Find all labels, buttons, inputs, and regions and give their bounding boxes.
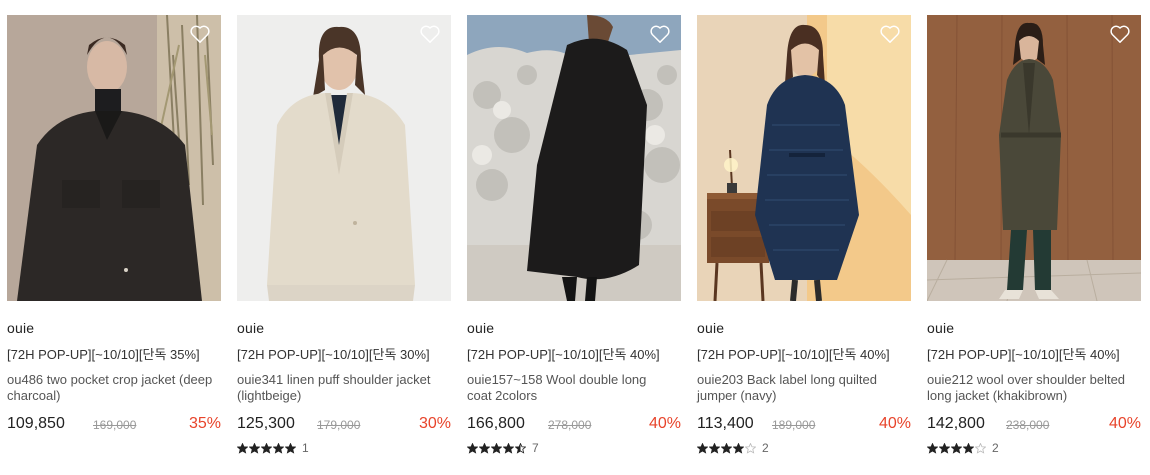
discount-rate: 40%	[1108, 415, 1141, 432]
star-icon	[963, 442, 974, 454]
wishlist-heart-icon[interactable]	[419, 24, 441, 44]
wishlist-heart-icon[interactable]	[1109, 24, 1131, 44]
price-row: 142,800 238,000 40%	[927, 413, 1141, 435]
sale-price: 166,800	[467, 415, 525, 432]
product-name[interactable]: ou486 two pocket crop jacket (deep charc…	[7, 372, 213, 404]
star-icon	[249, 442, 260, 454]
discount-rate: 40%	[648, 415, 681, 432]
original-price: 179,000	[317, 418, 361, 432]
product-name[interactable]: ouie203 Back label long quilted jumper (…	[697, 372, 903, 404]
review-count: 2	[762, 441, 769, 455]
brand-name[interactable]: ouie	[927, 319, 1141, 337]
rating-row: 2	[927, 441, 1141, 455]
product-photo-quilted-jumper	[697, 15, 911, 301]
brand-name[interactable]: ouie	[697, 319, 911, 337]
sale-price: 113,400	[697, 415, 754, 432]
star-icon	[951, 442, 962, 454]
brand-name[interactable]: ouie	[237, 319, 451, 337]
product-photo-belted-long-jacket	[927, 15, 1141, 301]
review-count: 1	[302, 441, 309, 455]
promo-label[interactable]: [72H POP-UP][~10/10][단독 35%]	[7, 346, 207, 364]
wishlist-heart-icon[interactable]	[649, 24, 671, 44]
star-icon	[273, 442, 284, 454]
product-card[interactable]: ouie [72H POP-UP][~10/10][단독 35%] ou486 …	[7, 15, 221, 435]
star-rating	[697, 442, 756, 454]
price-row: 113,400 189,000 40%	[697, 413, 911, 435]
rating-row: 1	[237, 441, 451, 455]
star-icon	[733, 442, 744, 454]
discount-rate: 40%	[878, 415, 911, 432]
original-price: 169,000	[93, 418, 137, 432]
product-image[interactable]	[697, 15, 911, 301]
product-grid: ouie [72H POP-UP][~10/10][단독 35%] ou486 …	[0, 0, 1150, 475]
star-rating	[467, 442, 526, 454]
original-price: 238,000	[1006, 418, 1050, 432]
product-card[interactable]: ouie [72H POP-UP][~10/10][단독 30%] ouie34…	[237, 15, 451, 455]
star-icon	[709, 442, 720, 454]
original-price: 189,000	[772, 418, 816, 432]
wishlist-heart-icon[interactable]	[189, 24, 211, 44]
promo-label[interactable]: [72H POP-UP][~10/10][단독 40%]	[467, 346, 667, 364]
product-image[interactable]	[7, 15, 221, 301]
discount-rate: 35%	[188, 415, 221, 432]
star-icon	[491, 442, 502, 454]
product-photo-crop-jacket	[7, 15, 221, 301]
star-icon	[975, 442, 986, 454]
promo-label[interactable]: [72H POP-UP][~10/10][단독 30%]	[237, 346, 437, 364]
original-price: 278,000	[548, 418, 592, 432]
star-icon	[503, 442, 514, 454]
product-card[interactable]: ouie [72H POP-UP][~10/10][단독 40%] ouie15…	[467, 15, 681, 455]
star-icon	[261, 442, 272, 454]
star-icon	[721, 442, 732, 454]
brand-name[interactable]: ouie	[467, 319, 681, 337]
sale-price: 125,300	[237, 415, 295, 432]
sale-price: 142,800	[927, 415, 985, 432]
product-image[interactable]	[467, 15, 681, 301]
product-photo-wool-coat	[467, 15, 681, 301]
sale-price: 109,850	[7, 415, 65, 432]
product-card[interactable]: ouie [72H POP-UP][~10/10][단독 40%] ouie20…	[697, 15, 911, 455]
review-count: 7	[532, 441, 539, 455]
brand-name[interactable]: ouie	[7, 319, 221, 337]
discount-rate: 30%	[418, 415, 451, 432]
star-rating	[237, 442, 296, 454]
review-count: 2	[992, 441, 999, 455]
product-photo-linen-jacket	[237, 15, 451, 301]
price-row: 125,300 179,000 30%	[237, 413, 451, 435]
star-icon	[745, 442, 756, 454]
star-icon	[467, 442, 478, 454]
star-icon	[697, 442, 708, 454]
product-name[interactable]: ouie341 linen puff shoulder jacket (ligh…	[237, 372, 443, 404]
rating-row: 2	[697, 441, 911, 455]
product-name[interactable]: ouie157~158 Wool double long coat 2color…	[467, 372, 673, 404]
star-icon	[479, 442, 490, 454]
star-icon	[927, 442, 938, 454]
star-icon	[285, 442, 296, 454]
product-image[interactable]	[237, 15, 451, 301]
product-name[interactable]: ouie212 wool over shoulder belted long j…	[927, 372, 1133, 404]
promo-label[interactable]: [72H POP-UP][~10/10][단독 40%]	[927, 346, 1127, 364]
price-row: 166,800 278,000 40%	[467, 413, 681, 435]
rating-row: 7	[467, 441, 681, 455]
promo-label[interactable]: [72H POP-UP][~10/10][단독 40%]	[697, 346, 897, 364]
star-icon	[515, 442, 526, 454]
star-icon	[237, 442, 248, 454]
wishlist-heart-icon[interactable]	[879, 24, 901, 44]
star-icon	[939, 442, 950, 454]
product-image[interactable]	[927, 15, 1141, 301]
product-card[interactable]: ouie [72H POP-UP][~10/10][단독 40%] ouie21…	[927, 15, 1141, 455]
price-row: 109,850 169,000 35%	[7, 413, 221, 435]
star-rating	[927, 442, 986, 454]
